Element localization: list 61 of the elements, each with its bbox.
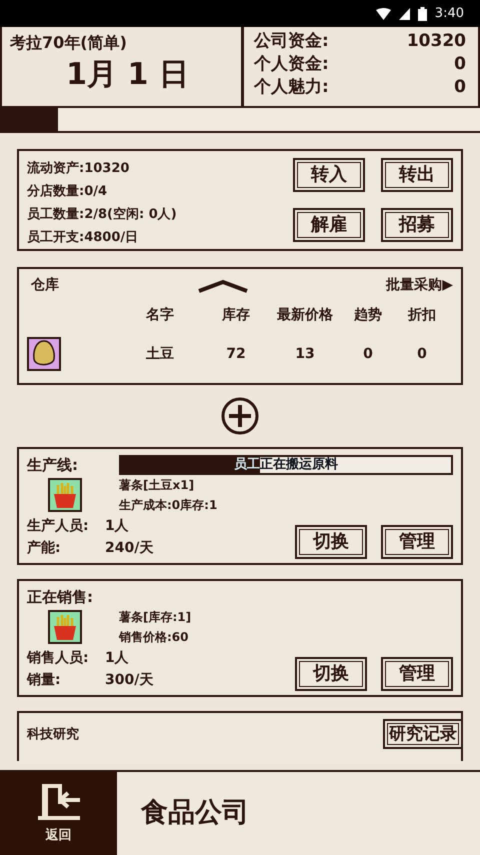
section-title: 正在销售:: [27, 586, 94, 608]
stat-value: 0: [454, 76, 466, 99]
info-text: 员工数量:2/8(空闲: 0人): [27, 206, 178, 224]
stat-label: 公司资金:: [254, 30, 329, 53]
action-button[interactable]: 解雇: [293, 208, 365, 242]
stat-label: 个人资金:: [254, 53, 329, 76]
column-header: 折扣: [406, 306, 437, 324]
product-detail: 销售价格:60: [119, 629, 190, 646]
page-title: 食品公司: [140, 796, 249, 830]
stat-value: 10320: [406, 30, 466, 53]
clock-time: 3:40: [434, 4, 464, 23]
action-button[interactable]: 管理: [381, 657, 453, 691]
battery-icon: [418, 6, 427, 20]
table-cell-text: 0: [416, 344, 428, 364]
section-title: 生产线:: [27, 454, 79, 476]
bulk-buy-link[interactable]: 批量采购▶: [386, 275, 453, 296]
stat-label: 销量:: [27, 671, 62, 690]
product-name: 薯条[土豆x1]: [119, 477, 196, 494]
action-button[interactable]: 切换: [295, 657, 367, 691]
action-button[interactable]: 转出: [381, 158, 453, 192]
stat-value: 1人: [105, 517, 129, 536]
table-cell-text: 13: [294, 344, 316, 364]
stat-label: 生产人员:: [27, 517, 90, 536]
save-title: 考拉70年(简单): [10, 32, 128, 54]
exit-door-icon: [36, 782, 82, 822]
stat-label: 销售人员:: [27, 649, 90, 668]
table-cell-text: 0: [362, 344, 374, 364]
stat-label: 产能:: [27, 539, 62, 558]
table-cell-text: 土豆: [145, 344, 175, 364]
column-header: 名字: [144, 306, 175, 324]
collapse-toggle[interactable]: [196, 278, 249, 292]
product-name: 薯条[库存:1]: [119, 609, 192, 626]
stat-label: 个人魅力:: [254, 76, 329, 99]
date-text: 1月 1 日: [65, 56, 190, 94]
stat-value: 0: [454, 53, 466, 76]
action-button[interactable]: 转入: [293, 158, 365, 192]
fries-icon: [48, 478, 82, 512]
column-header: 最新价格: [276, 306, 334, 324]
info-text: 员工开支:4800/日: [27, 229, 140, 247]
action-button[interactable]: 研究记录: [383, 719, 463, 749]
signal-icon: [398, 8, 410, 20]
info-text: 分店数量:0/4: [27, 182, 108, 201]
stat-value: 300/天: [105, 671, 154, 690]
info-text: 流动资产:10320: [27, 160, 130, 178]
stat-value: 240/天: [105, 539, 154, 558]
action-button[interactable]: 切换: [295, 525, 367, 559]
action-button[interactable]: 管理: [381, 525, 453, 559]
section-title: 科技研究: [27, 726, 79, 744]
progress-text: 员工正在搬运原料: [233, 457, 339, 473]
fries-icon: [48, 610, 82, 644]
section-title: 仓库: [30, 276, 59, 295]
back-button[interactable]: 返回: [0, 772, 117, 855]
product-detail: 生产成本:0库存:1: [119, 497, 218, 514]
add-icon[interactable]: [221, 397, 259, 435]
table-cell-text: 72: [225, 344, 247, 364]
stat-value: 1人: [105, 649, 129, 668]
wifi-icon: [376, 8, 391, 20]
action-button[interactable]: 招募: [381, 208, 453, 242]
column-header: 库存: [221, 306, 251, 324]
potato-icon: [27, 337, 61, 371]
column-header: 趋势: [353, 306, 383, 324]
